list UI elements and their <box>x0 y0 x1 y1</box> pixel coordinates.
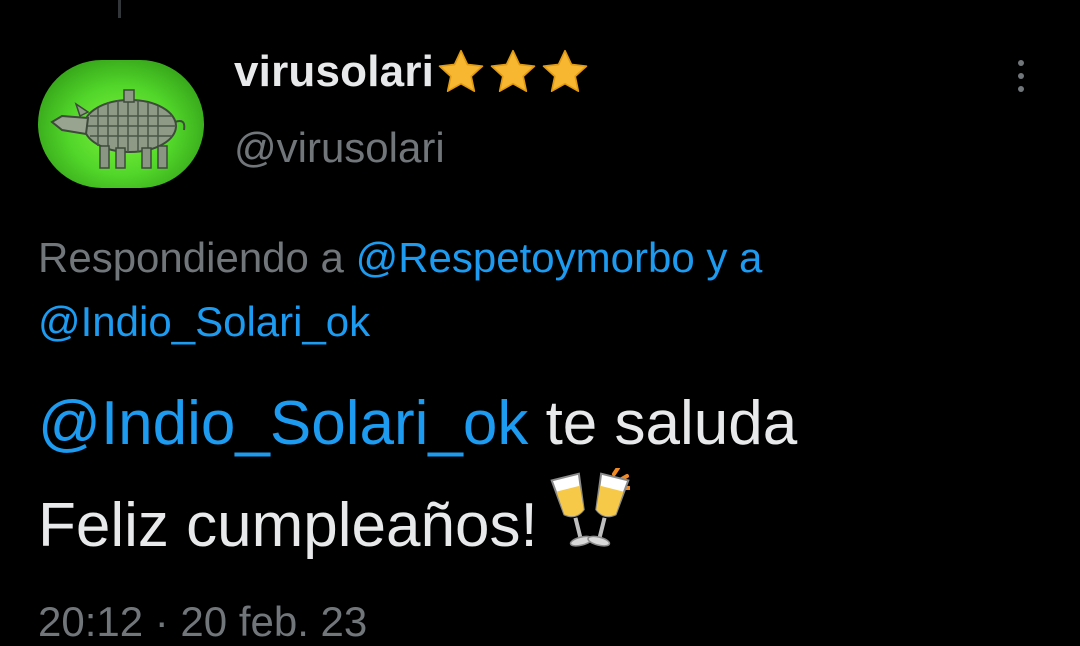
more-dot-icon <box>1018 73 1024 79</box>
display-name-row[interactable]: virusolari <box>234 46 590 98</box>
replying-to-label: Respondiendo a <box>38 234 344 281</box>
tweet-text-line-1: @Indio_Solari_ok te saluda <box>38 380 1068 468</box>
pig-statue-image <box>50 89 186 169</box>
tweet-text-rest: te saluda <box>528 389 798 458</box>
reply-mention-indio-solari[interactable]: @Indio_Solari_ok <box>38 298 370 345</box>
clinking-glasses-emoji <box>550 468 630 547</box>
display-name[interactable]: virusolari <box>234 47 434 97</box>
more-dot-icon <box>1018 86 1024 92</box>
user-handle[interactable]: @virusolari <box>234 124 445 172</box>
star-icon <box>490 49 536 92</box>
thread-connector-line <box>118 0 121 18</box>
tweet-text-greeting: Feliz cumpleaños! <box>38 491 538 560</box>
star-icon <box>438 49 484 92</box>
tweet-timestamp[interactable]: 20:12 · 20 feb. 23 <box>38 598 367 646</box>
star-icon <box>542 49 588 92</box>
text-mention-indio-solari[interactable]: @Indio_Solari_ok <box>38 389 528 458</box>
tweet-text-line-2: Feliz cumpleaños! <box>38 468 1068 570</box>
reply-mention-respetoymorbo[interactable]: @Respetoymorbo <box>356 234 695 281</box>
reply-conjunction[interactable]: y a <box>706 234 762 281</box>
tweet-text: @Indio_Solari_ok te saluda Feliz cumplea… <box>38 380 1068 570</box>
badge-stars <box>436 47 590 97</box>
replying-to: Respondiendo a @Respetoymorbo y a @Indio… <box>38 226 1048 354</box>
more-dot-icon <box>1018 60 1024 66</box>
more-options-button[interactable] <box>1004 52 1038 100</box>
avatar[interactable] <box>38 60 204 188</box>
